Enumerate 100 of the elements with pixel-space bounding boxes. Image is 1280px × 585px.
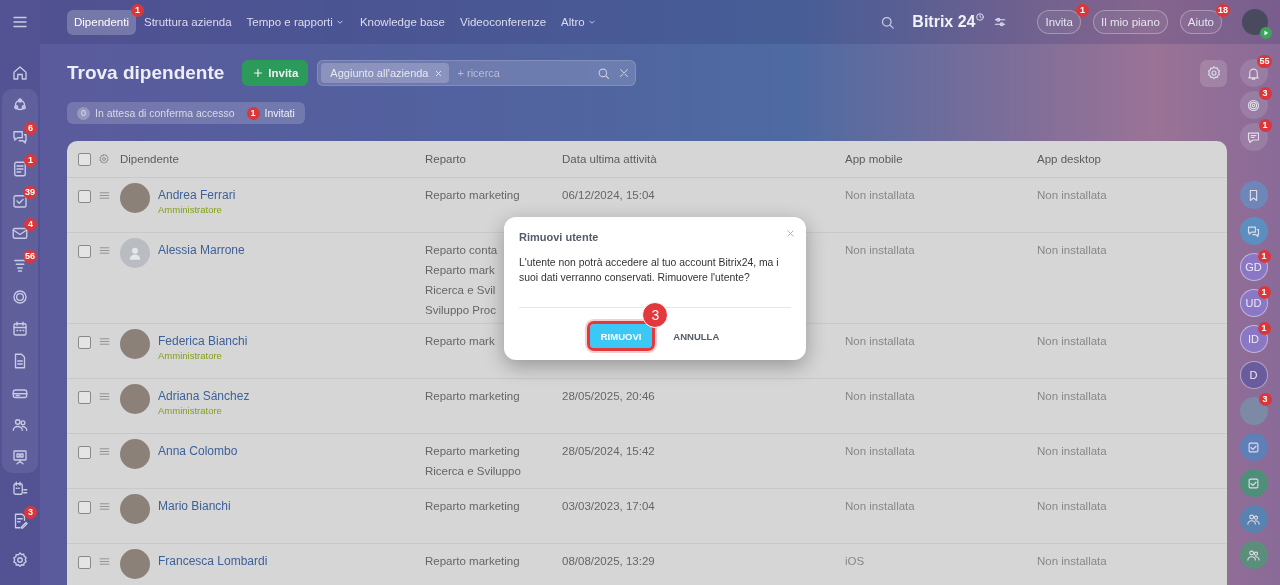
column-header[interactable]: Dipendente <box>120 153 425 165</box>
last-activity-date: 08/08/2025, 13:29 <box>562 555 656 567</box>
drag-handle-icon[interactable] <box>98 335 111 348</box>
count-badge: 4 <box>24 218 37 231</box>
filter-search-field[interactable]: Aggiunto all'azienda + ricerca <box>317 60 637 86</box>
column-settings-icon[interactable] <box>98 153 110 165</box>
calendar-list-icon[interactable] <box>11 480 29 498</box>
row-checkbox[interactable] <box>78 190 91 203</box>
counter-label: In attesa di conferma accesso <box>95 107 235 119</box>
invite-button[interactable]: Invita <box>242 60 309 86</box>
nav-tab[interactable]: Dipendenti <box>67 9 136 35</box>
column-header[interactable]: Data ultima attività <box>562 153 845 165</box>
home-icon[interactable] <box>11 64 29 82</box>
row-checkbox[interactable] <box>78 336 91 349</box>
count-badge: 3 <box>1258 393 1272 406</box>
chat-icon[interactable] <box>1246 223 1261 239</box>
employee-name-link[interactable]: Andrea Ferrari <box>158 188 236 202</box>
check-square-icon[interactable] <box>1246 475 1261 491</box>
sliders-icon[interactable] <box>993 15 1008 29</box>
app-desktop-status: Non installata <box>1037 390 1108 402</box>
department-text: Sviluppo Proc <box>425 304 496 316</box>
count-badge: 18 <box>1216 4 1230 17</box>
counter-filter[interactable]: 1 Invitati <box>243 106 298 120</box>
people-icon[interactable] <box>11 416 29 434</box>
role-label: Amministratore <box>158 350 223 361</box>
row-checkbox[interactable] <box>78 501 91 514</box>
people-icon[interactable] <box>1246 511 1261 527</box>
count-badge: 3 <box>24 506 37 519</box>
app-mobile-status: iOS <box>845 555 866 567</box>
drag-handle-icon[interactable] <box>98 445 111 458</box>
role-label: Amministratore <box>158 405 223 416</box>
column-header[interactable]: App mobile <box>845 153 1037 165</box>
photo-placeholder <box>120 494 150 524</box>
row-checkbox[interactable] <box>78 245 91 258</box>
chat-icon[interactable] <box>11 128 29 146</box>
check-square-icon[interactable] <box>1246 439 1261 455</box>
employee-name-link[interactable]: Anna Colombo <box>158 444 238 458</box>
department-text: Ricerca e Svil <box>425 284 496 296</box>
drag-handle-icon[interactable] <box>98 189 111 202</box>
spiral-icon[interactable] <box>1246 97 1261 113</box>
row-checkbox[interactable] <box>78 446 91 459</box>
settings-icon[interactable] <box>11 551 29 569</box>
photo-placeholder <box>120 329 150 359</box>
plus-icon <box>252 67 265 79</box>
chat-bubble-icon[interactable] <box>1246 129 1261 145</box>
department-text: Reparto marketing <box>425 445 520 457</box>
nav-tab[interactable]: Videoconferenze <box>452 9 554 35</box>
drag-handle-icon[interactable] <box>98 500 111 513</box>
employee-name-link[interactable]: Alessia Marrone <box>158 243 245 257</box>
department-text: Reparto marketing <box>425 189 520 201</box>
employee-name-link[interactable]: Federica Bianchi <box>158 334 248 348</box>
drag-handle-icon[interactable] <box>98 555 111 568</box>
row-checkbox[interactable] <box>78 556 91 569</box>
column-header[interactable]: App desktop <box>1037 153 1227 165</box>
department-text: Reparto marketing <box>425 390 520 402</box>
app-mobile-status: Non installata <box>845 189 916 201</box>
initials-avatar[interactable]: GD 1 <box>1239 253 1268 281</box>
app-mobile-status: Non installata <box>845 244 916 256</box>
people-icon[interactable] <box>1246 547 1261 563</box>
remove-filter-icon[interactable] <box>434 68 444 78</box>
row-checkbox[interactable] <box>78 391 91 404</box>
nav-tab[interactable]: Altro <box>554 9 604 35</box>
count-badge: 39 <box>23 186 37 199</box>
photo-placeholder <box>120 549 150 579</box>
page-title: Trova dipendente <box>67 62 225 84</box>
role-label: Amministratore <box>158 204 223 215</box>
settings-button[interactable] <box>1200 59 1227 87</box>
counter-filter[interactable]: 0 In attesa di conferma accesso <box>74 106 238 120</box>
play-badge-icon <box>1260 27 1272 39</box>
count-badge: 1 <box>1257 250 1271 263</box>
select-all-checkbox[interactable] <box>78 152 91 166</box>
column-header[interactable]: Reparto <box>425 153 562 165</box>
employee-name-link[interactable]: Adriana Sánchez <box>158 389 250 403</box>
counter-label: Invitati <box>264 107 295 119</box>
close-button[interactable] <box>785 228 796 239</box>
filter-chip[interactable]: Aggiunto all'azienda <box>321 63 450 83</box>
presentation-icon[interactable] <box>11 448 29 466</box>
count-badge: 1 <box>24 154 37 167</box>
initials-avatar[interactable]: ID 1 <box>1239 325 1268 353</box>
header-button[interactable]: Invita <box>1037 10 1081 34</box>
bell-icon[interactable] <box>1246 65 1261 81</box>
document-icon[interactable] <box>11 160 29 178</box>
photo-placeholder <box>120 439 150 469</box>
drag-handle-icon[interactable] <box>98 244 111 257</box>
photo-placeholder <box>120 384 150 414</box>
ring-icon[interactable] <box>11 288 29 306</box>
count-badge: 1 <box>1075 4 1089 17</box>
last-activity-date: 28/05/2024, 15:42 <box>562 445 656 457</box>
nav-tab[interactable]: Knowledge base <box>352 9 452 35</box>
initials-avatar[interactable]: D <box>1239 361 1268 389</box>
calendar-icon[interactable] <box>11 320 29 338</box>
user-silhouette-icon <box>120 238 150 268</box>
initials-avatar[interactable]: UD 1 <box>1239 289 1268 317</box>
department-text: Reparto mark <box>425 264 495 276</box>
count-badge: 1 <box>131 3 144 17</box>
drag-handle-icon[interactable] <box>98 390 111 403</box>
employee-name-link[interactable]: Francesca Lombardi <box>158 554 268 568</box>
nav-tab[interactable]: Tempo e rapporti <box>239 9 352 35</box>
header-button[interactable]: Il mio piano <box>1092 10 1168 34</box>
employee-name-link[interactable]: Mario Bianchi <box>158 499 231 513</box>
